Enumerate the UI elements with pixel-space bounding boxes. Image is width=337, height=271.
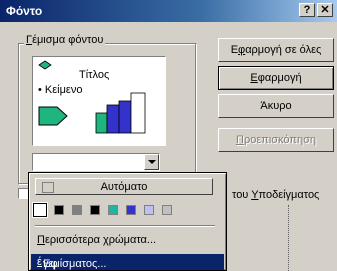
color-swatch[interactable] [32,202,48,218]
group-label: Γέμισμα φόντου [24,34,106,46]
menu-separator [35,225,215,227]
preview-bullet-text: • Κείμενο [38,84,83,96]
cancel-button[interactable]: Άκυρο [218,94,334,118]
background-preview: Τίτλος • Κείμενο [32,56,166,146]
diamond-icon [38,60,52,70]
fill-color-combo[interactable] [32,153,160,171]
automatic-label: Αυτόματο [100,181,148,193]
bar-white [130,92,146,134]
color-swatch[interactable] [72,205,82,215]
combo-dropdown-button[interactable] [144,154,159,170]
color-swatch[interactable] [144,205,154,215]
help-button[interactable]: ? [299,3,315,17]
close-button[interactable]: ✕ [317,3,333,17]
title-bar: Φόντο ? ✕ [0,0,337,22]
background-dialog: Φόντο ? ✕ Γέμισμα φόντου Τίτλος • Κείμεν… [0,0,337,271]
chevron-down-icon [148,160,156,164]
arrow-shape-icon [38,106,68,126]
apply-button[interactable]: Εφαρμογή [218,66,334,90]
preview-button: Προεπισκόπηση [218,128,334,152]
color-swatch[interactable] [162,205,172,215]
color-swatch[interactable] [54,205,64,215]
bar-green [95,112,108,134]
color-swatch[interactable] [126,205,136,215]
checkbox-label: του Υποδείγματος [232,189,320,201]
preview-title-text: Τίτλος [79,69,110,81]
more-colors-item[interactable]: Περισσότερα χρώματα... [37,234,156,246]
color-swatch[interactable] [90,205,100,215]
color-swatch[interactable] [108,205,118,215]
fill-effects-item[interactable]: Εφ έ γεμίσματος... [31,254,224,270]
color-dropdown-menu: Αυτόματο Περισσότερα χρώματα... Εφ έ γεμί… [28,172,227,271]
automatic-color-button[interactable]: Αυτόματο [35,178,213,195]
dotted-divider [288,205,289,271]
window-title: Φόντο [6,4,43,18]
apply-to-all-button[interactable]: Εφαρμογή σε όλες [218,38,334,62]
bar-blue-2 [118,100,132,134]
bar-blue [106,104,120,134]
